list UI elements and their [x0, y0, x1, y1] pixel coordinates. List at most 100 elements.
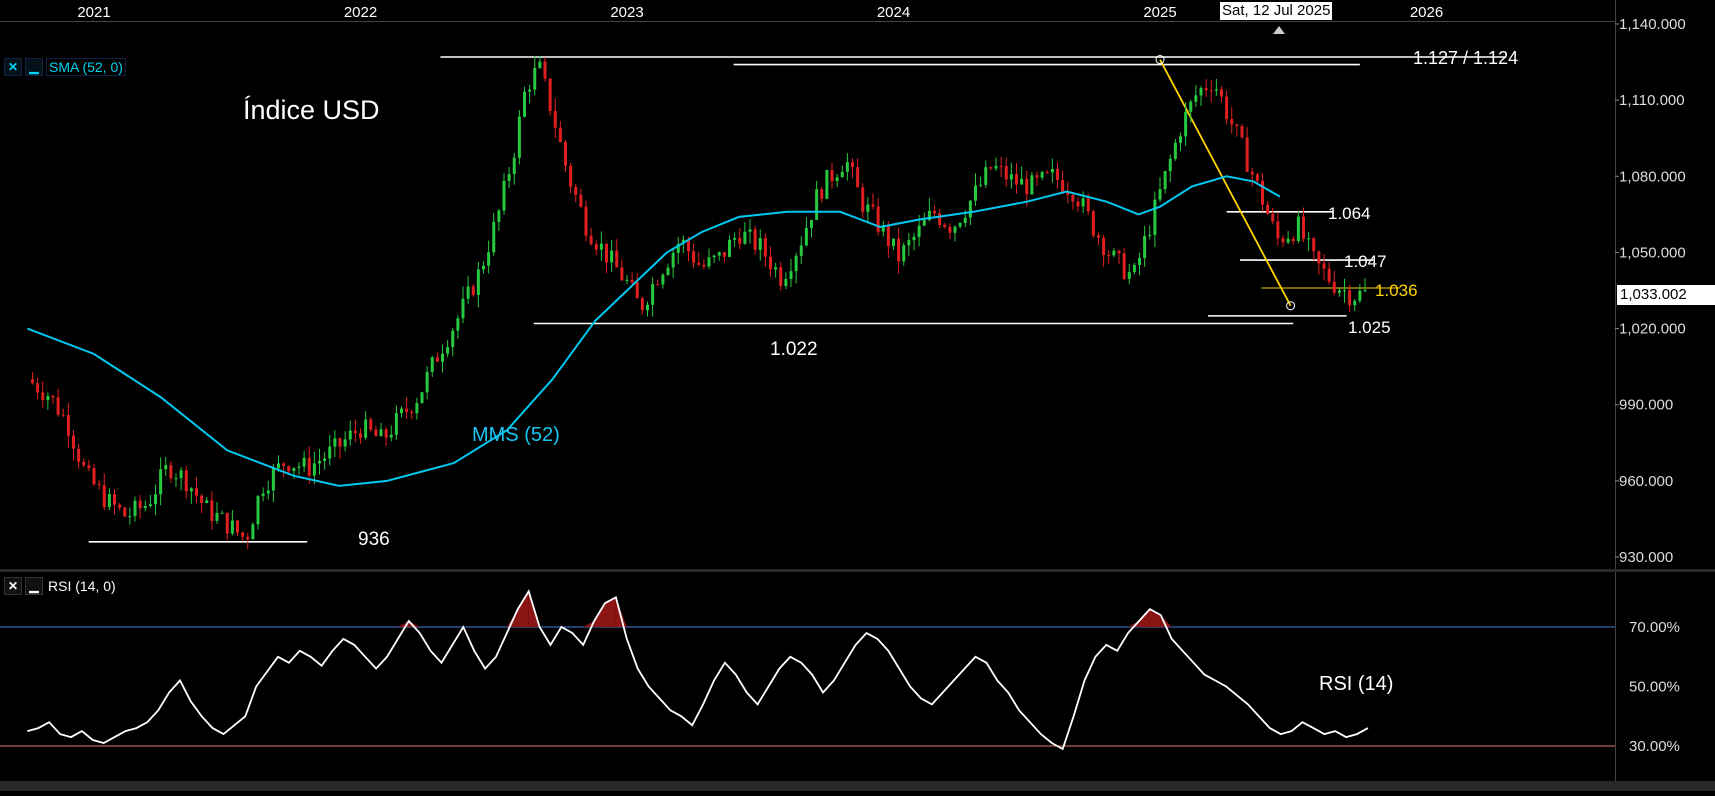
candle-body — [1322, 263, 1326, 269]
candle-body — [804, 227, 808, 246]
candle-body — [1307, 238, 1311, 240]
candle-body — [1250, 171, 1254, 175]
close-indicator-icon[interactable]: ✕ — [4, 577, 22, 595]
candle-body — [758, 238, 762, 250]
candle-body — [1179, 136, 1182, 143]
candle-body — [435, 357, 439, 362]
candle-body — [743, 231, 747, 244]
candle-body — [56, 397, 60, 415]
y-tick-label: 1,050.000 — [1619, 244, 1686, 261]
y-tick-label: 1,080.000 — [1619, 168, 1686, 185]
candle-body — [36, 383, 40, 393]
y-tick-label: 960.000 — [1619, 473, 1673, 490]
x-tick-label: 2022 — [344, 4, 377, 21]
last-price-badge: 1,033.002 — [1617, 285, 1715, 305]
candle-body — [312, 463, 316, 476]
candle-body — [1081, 198, 1085, 207]
x-tick-label: 2026 — [1410, 4, 1443, 21]
candle-body — [712, 255, 716, 258]
candle-body — [343, 439, 347, 447]
level-label: 936 — [358, 529, 390, 550]
candle-body — [1056, 168, 1059, 180]
candle-body — [861, 187, 865, 212]
candle-body — [574, 186, 578, 195]
candle-body — [907, 240, 911, 246]
candle-body — [856, 167, 860, 188]
minimize-indicator-icon[interactable]: ▁ — [25, 58, 43, 76]
close-indicator-icon[interactable]: ✕ — [4, 58, 22, 76]
candle-body — [154, 494, 157, 505]
candle-body — [456, 318, 460, 331]
candle-body — [733, 238, 737, 240]
candle-body — [1358, 290, 1362, 301]
candle-body — [123, 507, 127, 517]
candle-body — [963, 217, 967, 224]
bottom-scrollbar[interactable] — [0, 781, 1715, 791]
candle-body — [1235, 124, 1239, 127]
candle-body — [1266, 204, 1270, 215]
candle-body — [282, 463, 286, 467]
candle-body — [702, 264, 706, 267]
candle-body — [799, 245, 803, 256]
candle-body — [384, 429, 388, 438]
candle-body — [461, 298, 465, 319]
candle-body — [31, 379, 34, 384]
candle-body — [333, 438, 337, 447]
sma-indicator-text[interactable]: SMA (52, 0) — [46, 58, 126, 76]
candle-body — [579, 194, 583, 207]
candle-body — [543, 61, 547, 79]
candle-body — [410, 411, 414, 414]
candle-body — [179, 470, 183, 479]
candle-body — [236, 520, 239, 533]
rsi-indicator-text[interactable]: RSI (14, 0) — [46, 578, 118, 594]
candle-body — [415, 403, 419, 414]
candle-body — [184, 470, 188, 492]
candle-body — [379, 429, 383, 437]
candle-body — [902, 245, 906, 262]
candle-body — [210, 500, 214, 521]
candle-body — [118, 504, 122, 508]
candle-body — [1332, 281, 1336, 293]
candle-body — [328, 446, 332, 459]
chart-stage: 2021 2022 2023 2024 2025 2026 930.000 960.000 99… — [0, 0, 1715, 791]
candle-body — [646, 304, 649, 311]
candle-body — [1281, 238, 1285, 243]
candle-body — [922, 220, 926, 226]
candle-body — [471, 286, 475, 296]
level-label: 1.036 — [1375, 281, 1418, 300]
minimize-indicator-icon[interactable]: ▁ — [25, 577, 43, 595]
candle-body — [553, 110, 557, 128]
candle-body — [938, 213, 942, 225]
candle-body — [1163, 171, 1167, 190]
candle-body — [1127, 272, 1131, 279]
chart-canvas[interactable]: 2021 2022 2023 2024 2025 2026 930.000 960.000 99… — [0, 0, 1715, 791]
candle-body — [220, 512, 224, 514]
candle-body — [953, 226, 957, 233]
candle-body — [548, 78, 552, 111]
candle-body — [61, 414, 65, 416]
candle-body — [138, 500, 142, 509]
candle-body — [1343, 290, 1346, 292]
candle-body — [1122, 253, 1126, 279]
candle-body — [389, 434, 393, 438]
candle-body — [353, 430, 357, 434]
candle-body — [1035, 175, 1039, 178]
candle-body — [1168, 158, 1172, 172]
candle-body — [620, 267, 624, 281]
candle-body — [753, 229, 757, 250]
candle-body — [1209, 90, 1213, 92]
candle-body — [446, 346, 450, 354]
candle-body — [717, 252, 721, 256]
candle-body — [46, 396, 50, 400]
candle-body — [722, 252, 726, 257]
candle-body — [292, 467, 296, 472]
candle-body — [697, 262, 701, 265]
candle-body — [948, 226, 952, 233]
candle-body — [1173, 142, 1177, 159]
rsi-y-tick-label: 70.00% — [1629, 619, 1680, 636]
candle-body — [845, 162, 849, 172]
candle-body — [1337, 290, 1341, 293]
candle-body — [979, 184, 983, 186]
candle-body — [851, 162, 854, 168]
candle-body — [866, 204, 870, 212]
